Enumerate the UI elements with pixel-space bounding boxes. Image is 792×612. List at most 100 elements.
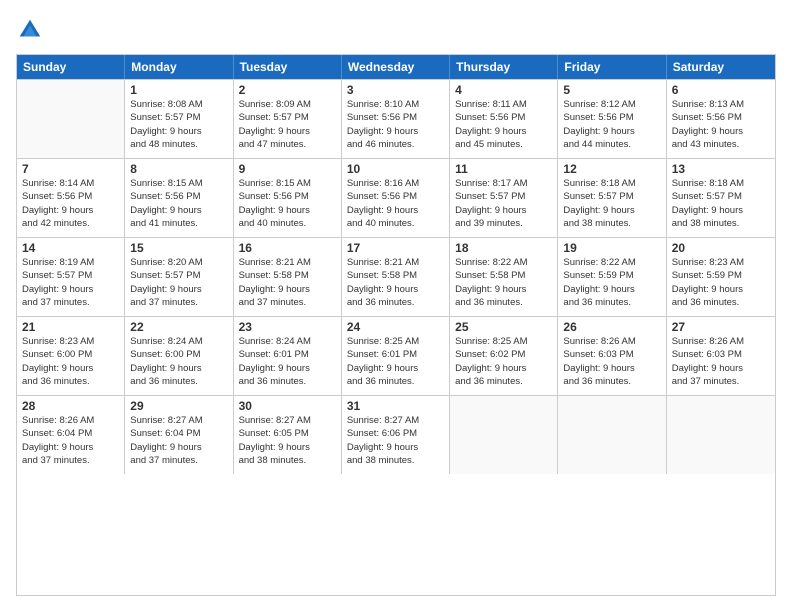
day-info: Sunrise: 8:25 AM Sunset: 6:02 PM Dayligh…	[455, 335, 552, 388]
day-info: Sunrise: 8:22 AM Sunset: 5:59 PM Dayligh…	[563, 256, 660, 309]
day-cell-empty	[450, 396, 558, 474]
day-cell-12: 12Sunrise: 8:18 AM Sunset: 5:57 PM Dayli…	[558, 159, 666, 237]
day-number: 28	[22, 399, 119, 413]
day-number: 13	[672, 162, 770, 176]
day-cell-7: 7Sunrise: 8:14 AM Sunset: 5:56 PM Daylig…	[17, 159, 125, 237]
day-info: Sunrise: 8:18 AM Sunset: 5:57 PM Dayligh…	[672, 177, 770, 230]
day-number: 27	[672, 320, 770, 334]
page: SundayMondayTuesdayWednesdayThursdayFrid…	[0, 0, 792, 612]
day-number: 9	[239, 162, 336, 176]
day-info: Sunrise: 8:25 AM Sunset: 6:01 PM Dayligh…	[347, 335, 444, 388]
header-day-sunday: Sunday	[17, 55, 125, 79]
day-cell-21: 21Sunrise: 8:23 AM Sunset: 6:00 PM Dayli…	[17, 317, 125, 395]
day-info: Sunrise: 8:26 AM Sunset: 6:03 PM Dayligh…	[563, 335, 660, 388]
day-cell-6: 6Sunrise: 8:13 AM Sunset: 5:56 PM Daylig…	[667, 80, 775, 158]
day-number: 19	[563, 241, 660, 255]
calendar-row-4: 21Sunrise: 8:23 AM Sunset: 6:00 PM Dayli…	[17, 316, 775, 395]
day-number: 6	[672, 83, 770, 97]
day-cell-empty	[667, 396, 775, 474]
day-number: 22	[130, 320, 227, 334]
day-number: 16	[239, 241, 336, 255]
calendar-row-2: 7Sunrise: 8:14 AM Sunset: 5:56 PM Daylig…	[17, 158, 775, 237]
day-info: Sunrise: 8:20 AM Sunset: 5:57 PM Dayligh…	[130, 256, 227, 309]
calendar-header: SundayMondayTuesdayWednesdayThursdayFrid…	[17, 55, 775, 79]
day-info: Sunrise: 8:24 AM Sunset: 6:00 PM Dayligh…	[130, 335, 227, 388]
header-day-wednesday: Wednesday	[342, 55, 450, 79]
day-cell-17: 17Sunrise: 8:21 AM Sunset: 5:58 PM Dayli…	[342, 238, 450, 316]
calendar-row-1: 1Sunrise: 8:08 AM Sunset: 5:57 PM Daylig…	[17, 79, 775, 158]
day-info: Sunrise: 8:27 AM Sunset: 6:06 PM Dayligh…	[347, 414, 444, 467]
day-cell-18: 18Sunrise: 8:22 AM Sunset: 5:58 PM Dayli…	[450, 238, 558, 316]
day-number: 2	[239, 83, 336, 97]
day-cell-29: 29Sunrise: 8:27 AM Sunset: 6:04 PM Dayli…	[125, 396, 233, 474]
day-number: 10	[347, 162, 444, 176]
day-cell-30: 30Sunrise: 8:27 AM Sunset: 6:05 PM Dayli…	[234, 396, 342, 474]
day-cell-9: 9Sunrise: 8:15 AM Sunset: 5:56 PM Daylig…	[234, 159, 342, 237]
day-cell-31: 31Sunrise: 8:27 AM Sunset: 6:06 PM Dayli…	[342, 396, 450, 474]
day-info: Sunrise: 8:23 AM Sunset: 6:00 PM Dayligh…	[22, 335, 119, 388]
day-info: Sunrise: 8:08 AM Sunset: 5:57 PM Dayligh…	[130, 98, 227, 151]
calendar-body: 1Sunrise: 8:08 AM Sunset: 5:57 PM Daylig…	[17, 79, 775, 474]
day-info: Sunrise: 8:17 AM Sunset: 5:57 PM Dayligh…	[455, 177, 552, 230]
day-info: Sunrise: 8:21 AM Sunset: 5:58 PM Dayligh…	[239, 256, 336, 309]
day-number: 23	[239, 320, 336, 334]
day-info: Sunrise: 8:13 AM Sunset: 5:56 PM Dayligh…	[672, 98, 770, 151]
day-cell-14: 14Sunrise: 8:19 AM Sunset: 5:57 PM Dayli…	[17, 238, 125, 316]
day-cell-11: 11Sunrise: 8:17 AM Sunset: 5:57 PM Dayli…	[450, 159, 558, 237]
day-number: 11	[455, 162, 552, 176]
day-number: 7	[22, 162, 119, 176]
day-info: Sunrise: 8:09 AM Sunset: 5:57 PM Dayligh…	[239, 98, 336, 151]
day-cell-23: 23Sunrise: 8:24 AM Sunset: 6:01 PM Dayli…	[234, 317, 342, 395]
logo-icon	[16, 16, 44, 44]
day-number: 3	[347, 83, 444, 97]
day-info: Sunrise: 8:21 AM Sunset: 5:58 PM Dayligh…	[347, 256, 444, 309]
header-day-monday: Monday	[125, 55, 233, 79]
day-cell-22: 22Sunrise: 8:24 AM Sunset: 6:00 PM Dayli…	[125, 317, 233, 395]
calendar-row-3: 14Sunrise: 8:19 AM Sunset: 5:57 PM Dayli…	[17, 237, 775, 316]
day-number: 12	[563, 162, 660, 176]
day-info: Sunrise: 8:22 AM Sunset: 5:58 PM Dayligh…	[455, 256, 552, 309]
day-cell-20: 20Sunrise: 8:23 AM Sunset: 5:59 PM Dayli…	[667, 238, 775, 316]
day-info: Sunrise: 8:12 AM Sunset: 5:56 PM Dayligh…	[563, 98, 660, 151]
day-cell-28: 28Sunrise: 8:26 AM Sunset: 6:04 PM Dayli…	[17, 396, 125, 474]
day-info: Sunrise: 8:27 AM Sunset: 6:04 PM Dayligh…	[130, 414, 227, 467]
day-number: 31	[347, 399, 444, 413]
day-info: Sunrise: 8:24 AM Sunset: 6:01 PM Dayligh…	[239, 335, 336, 388]
day-cell-15: 15Sunrise: 8:20 AM Sunset: 5:57 PM Dayli…	[125, 238, 233, 316]
day-info: Sunrise: 8:19 AM Sunset: 5:57 PM Dayligh…	[22, 256, 119, 309]
day-cell-8: 8Sunrise: 8:15 AM Sunset: 5:56 PM Daylig…	[125, 159, 233, 237]
day-number: 17	[347, 241, 444, 255]
header	[16, 16, 776, 44]
day-cell-26: 26Sunrise: 8:26 AM Sunset: 6:03 PM Dayli…	[558, 317, 666, 395]
day-number: 29	[130, 399, 227, 413]
day-cell-16: 16Sunrise: 8:21 AM Sunset: 5:58 PM Dayli…	[234, 238, 342, 316]
day-info: Sunrise: 8:26 AM Sunset: 6:04 PM Dayligh…	[22, 414, 119, 467]
calendar: SundayMondayTuesdayWednesdayThursdayFrid…	[16, 54, 776, 596]
day-cell-4: 4Sunrise: 8:11 AM Sunset: 5:56 PM Daylig…	[450, 80, 558, 158]
day-number: 25	[455, 320, 552, 334]
day-number: 8	[130, 162, 227, 176]
day-number: 26	[563, 320, 660, 334]
logo	[16, 16, 48, 44]
day-cell-5: 5Sunrise: 8:12 AM Sunset: 5:56 PM Daylig…	[558, 80, 666, 158]
header-day-thursday: Thursday	[450, 55, 558, 79]
day-number: 5	[563, 83, 660, 97]
day-info: Sunrise: 8:14 AM Sunset: 5:56 PM Dayligh…	[22, 177, 119, 230]
day-number: 4	[455, 83, 552, 97]
day-number: 1	[130, 83, 227, 97]
day-info: Sunrise: 8:16 AM Sunset: 5:56 PM Dayligh…	[347, 177, 444, 230]
day-cell-2: 2Sunrise: 8:09 AM Sunset: 5:57 PM Daylig…	[234, 80, 342, 158]
day-number: 21	[22, 320, 119, 334]
day-cell-empty	[558, 396, 666, 474]
day-cell-empty	[17, 80, 125, 158]
header-day-saturday: Saturday	[667, 55, 775, 79]
day-number: 30	[239, 399, 336, 413]
day-cell-19: 19Sunrise: 8:22 AM Sunset: 5:59 PM Dayli…	[558, 238, 666, 316]
day-info: Sunrise: 8:18 AM Sunset: 5:57 PM Dayligh…	[563, 177, 660, 230]
day-cell-24: 24Sunrise: 8:25 AM Sunset: 6:01 PM Dayli…	[342, 317, 450, 395]
day-info: Sunrise: 8:15 AM Sunset: 5:56 PM Dayligh…	[130, 177, 227, 230]
day-info: Sunrise: 8:27 AM Sunset: 6:05 PM Dayligh…	[239, 414, 336, 467]
day-cell-25: 25Sunrise: 8:25 AM Sunset: 6:02 PM Dayli…	[450, 317, 558, 395]
day-cell-1: 1Sunrise: 8:08 AM Sunset: 5:57 PM Daylig…	[125, 80, 233, 158]
header-day-tuesday: Tuesday	[234, 55, 342, 79]
